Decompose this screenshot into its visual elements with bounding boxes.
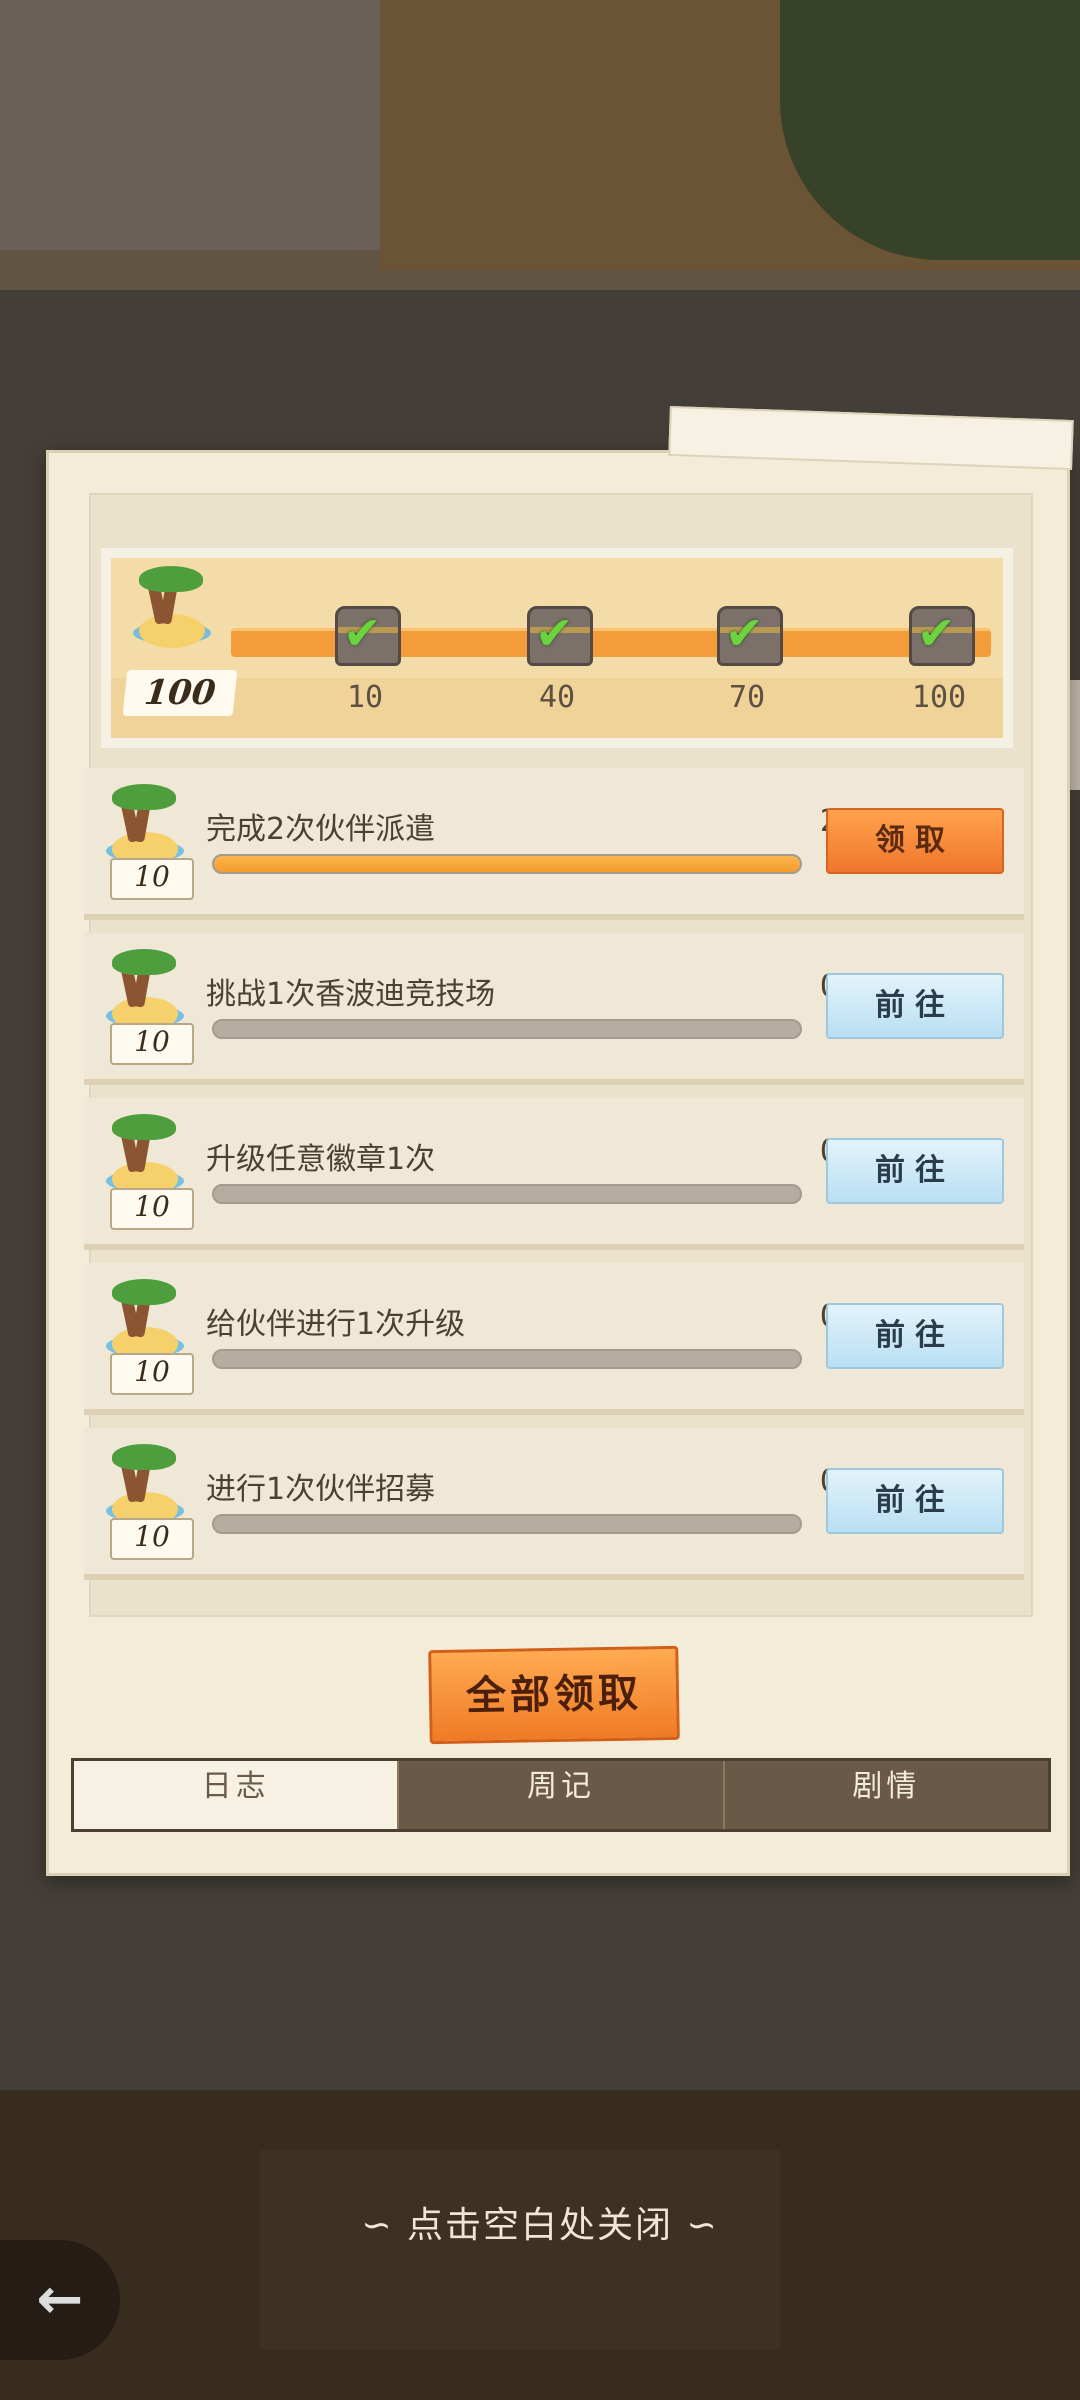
journal-tab-bar: 日志 周记 剧情 bbox=[71, 1758, 1051, 1832]
task-title: 完成2次伙伴派遣 bbox=[206, 812, 436, 847]
task-reward-value: 10 bbox=[110, 1518, 194, 1560]
task-progress-bar bbox=[212, 1514, 802, 1534]
palm-island-icon: 10 bbox=[98, 1440, 194, 1560]
palm-island-icon: 10 bbox=[98, 1110, 194, 1230]
palm-island-icon: 10 bbox=[98, 945, 194, 1065]
check-icon: ✔ bbox=[725, 606, 764, 660]
treasure-chest-icon[interactable]: ✔ bbox=[903, 598, 975, 668]
claim-button[interactable]: 领取 bbox=[826, 808, 1004, 874]
task-row: 10 给伙伴进行1次升级 0/1 前往 bbox=[84, 1263, 1024, 1415]
task-title: 进行1次伙伴招募 bbox=[206, 1472, 436, 1507]
task-reward-value: 10 bbox=[110, 1353, 194, 1395]
treasure-chest-icon[interactable]: ✔ bbox=[329, 598, 401, 668]
task-reward-value: 10 bbox=[110, 858, 194, 900]
task-row: 10 升级任意徽章1次 0/1 前往 bbox=[84, 1098, 1024, 1250]
task-progress-bar bbox=[212, 1184, 802, 1204]
task-row: 10 进行1次伙伴招募 0/1 前往 bbox=[84, 1428, 1024, 1580]
close-hint[interactable]: ∽ 点击空白处关闭 ∽ bbox=[0, 2196, 1080, 2248]
task-progress-fill bbox=[214, 856, 800, 872]
milestone-label: 100 bbox=[911, 680, 967, 715]
milestone-label: 40 bbox=[538, 680, 576, 715]
check-icon: ✔ bbox=[917, 606, 956, 660]
task-title: 给伙伴进行1次升级 bbox=[206, 1307, 466, 1342]
task-log-panel: 100 ✔ 10 ✔ 40 ✔ 70 ✔ 100 10 完成2次伙伴派遣 2/2… bbox=[46, 450, 1070, 1876]
collect-all-button[interactable]: 全部领取 bbox=[428, 1645, 680, 1745]
treasure-chest-icon[interactable]: ✔ bbox=[711, 598, 783, 668]
treasure-chest-icon[interactable]: ✔ bbox=[521, 598, 593, 668]
task-title: 升级任意徽章1次 bbox=[206, 1142, 436, 1177]
task-row: 10 挑战1次香波迪竞技场 0/1 前往 bbox=[84, 933, 1024, 1085]
milestone-progress: 100 ✔ 10 ✔ 40 ✔ 70 ✔ 100 bbox=[101, 548, 1013, 748]
task-progress-bar bbox=[212, 1349, 802, 1369]
tab-weekly-log[interactable]: 周记 bbox=[397, 1761, 722, 1829]
task-progress-bar bbox=[212, 1019, 802, 1039]
palm-island-icon: 10 bbox=[98, 1275, 194, 1395]
go-button[interactable]: 前往 bbox=[826, 1138, 1004, 1204]
back-arrow-icon[interactable]: ← bbox=[0, 2240, 120, 2360]
tab-story[interactable]: 剧情 bbox=[722, 1761, 1048, 1829]
task-progress-bar bbox=[212, 854, 802, 874]
go-button[interactable]: 前往 bbox=[826, 1303, 1004, 1369]
current-score: 100 bbox=[122, 670, 238, 716]
task-row: 10 完成2次伙伴派遣 2/2 领取 bbox=[84, 768, 1024, 920]
go-button[interactable]: 前往 bbox=[826, 1468, 1004, 1534]
task-title: 挑战1次香波迪竞技场 bbox=[206, 977, 496, 1012]
task-reward-value: 10 bbox=[110, 1188, 194, 1230]
palm-island-icon: 10 bbox=[98, 780, 194, 900]
task-reward-value: 10 bbox=[110, 1023, 194, 1065]
check-icon: ✔ bbox=[343, 606, 382, 660]
tab-daily-log[interactable]: 日志 bbox=[74, 1761, 398, 1829]
milestone-label: 10 bbox=[346, 680, 384, 715]
check-icon: ✔ bbox=[535, 606, 574, 660]
go-button[interactable]: 前往 bbox=[826, 973, 1004, 1039]
milestone-label: 70 bbox=[728, 680, 766, 715]
